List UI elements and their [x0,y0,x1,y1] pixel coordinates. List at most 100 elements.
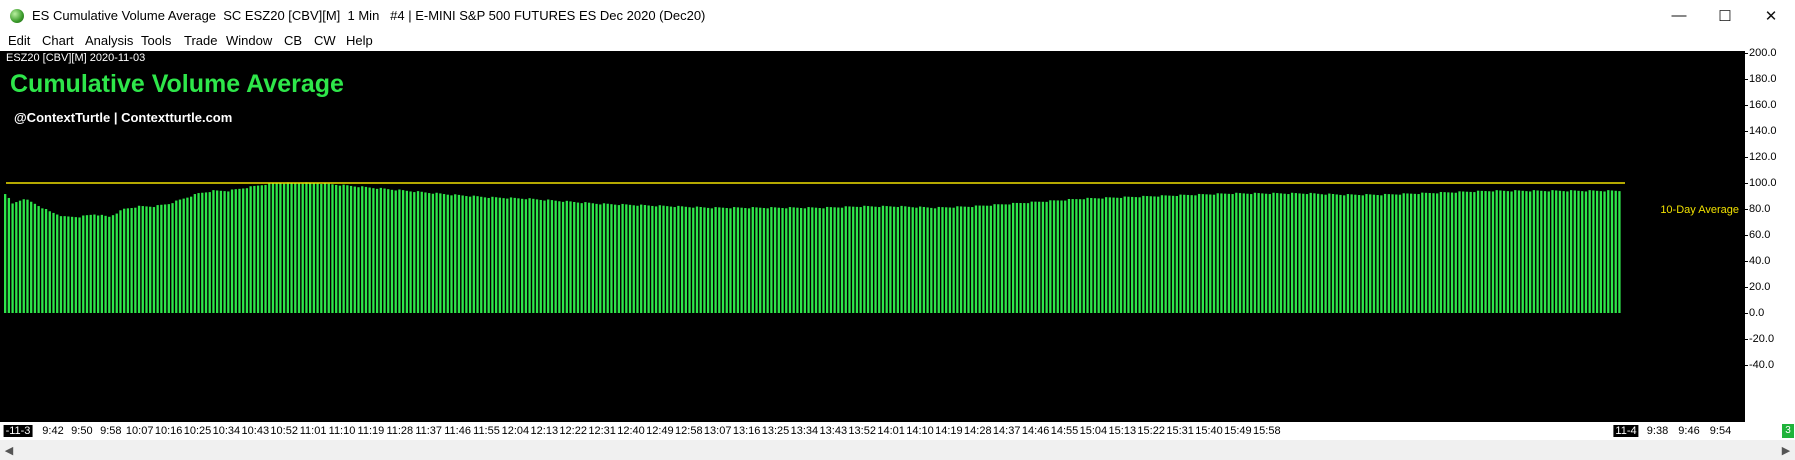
volume-bar [885,206,888,313]
app-globe-icon [10,9,24,23]
x-tick-label: 11:37 [415,425,443,437]
menu-tools[interactable]: Tools [141,33,171,48]
volume-bar [1108,197,1112,313]
scroll-right-icon[interactable]: ▶ [1777,440,1795,460]
volume-bar [26,199,29,313]
menu-cw[interactable]: CW [314,33,336,48]
volume-bar [818,208,821,313]
volume-bar [483,197,487,313]
menu-chart[interactable]: Chart [42,33,74,48]
x-tick-label: 14:46 [1021,425,1050,437]
volume-bar [52,212,55,313]
x-tick-label: -11-3 [3,425,33,437]
volume-bar [1588,190,1591,313]
menu-edit[interactable]: Edit [8,33,30,48]
y-axis[interactable]: 200.0 180.0 160.0 140.0 120.0 100.0 80.0 60.0 40… [1745,47,1795,422]
volume-bar [480,196,483,313]
volume-bar [249,186,252,313]
volume-bar [513,197,516,313]
volume-bar [1093,198,1097,313]
volume-bar [442,194,446,313]
x-tick-label: 15:49 [1224,425,1252,437]
volume-bar [848,206,851,313]
volume-bar [1253,192,1257,313]
x-tick-label: 10:43 [241,425,270,437]
volume-bar [1417,194,1420,313]
volume-bar [1369,194,1372,314]
x-tick-label: 14:55 [1050,425,1079,437]
volume-bar [316,183,319,313]
volume-bar [1168,195,1171,313]
x-tick-label: 11:55 [473,425,500,437]
volume-bar [93,214,96,313]
volume-bar [1450,192,1454,313]
volume-bar [141,206,144,313]
volume-bar [494,197,498,313]
volume-bar [1071,199,1074,313]
volume-bar [1387,194,1390,313]
volume-bar [1235,192,1238,313]
chart-svg [4,182,1625,314]
volume-bar [1026,203,1030,313]
volume-bar [1227,193,1231,313]
volume-bar [227,191,230,313]
volume-bar [305,182,308,313]
volume-bar [680,206,684,313]
minimize-button[interactable]: — [1656,0,1702,31]
volume-bar [878,207,881,313]
volume-bar [82,215,85,313]
horizontal-scrollbar[interactable]: ◀ ▶ [0,440,1795,460]
volume-bar [1019,203,1022,313]
volume-bar [1175,196,1178,313]
volume-bar [1581,191,1584,314]
volume-bar [1339,194,1342,313]
volume-bar [1398,194,1402,313]
close-button[interactable]: ✕ [1748,0,1794,31]
x-tick-label: 11-4 [1613,425,1639,437]
volume-bar [1350,194,1353,314]
volume-bar [662,205,665,313]
x-tick-label: 13:16 [732,425,761,437]
menu-analysis[interactable]: Analysis [85,33,133,48]
volume-bar [658,205,661,313]
volume-bar [282,183,286,313]
volume-bar [37,206,40,313]
maximize-button[interactable]: ☐ [1702,0,1748,31]
chart-area[interactable]: ESZ20 [CBV][M] 2020-11-03 Cumulative Vol… [0,51,1745,422]
volume-bar [699,206,702,313]
x-tick-label: 11:10 [328,425,356,437]
volume-bar [189,196,193,313]
volume-bar [1283,193,1286,313]
menu-window[interactable]: Window [226,33,272,48]
volume-bar [1012,202,1015,313]
volume-bar [733,207,736,313]
volume-bar [108,216,111,313]
volume-bar [796,207,799,313]
volume-bar [1484,191,1487,313]
volume-bar [111,215,115,313]
volume-bar [1328,193,1331,313]
volume-bar [163,204,167,313]
status-badge: 3 [1782,424,1794,438]
menu-help[interactable]: Help [346,33,373,48]
volume-bar [208,192,211,313]
volume-bar [714,207,717,313]
volume-bar [398,189,401,313]
x-axis[interactable]: -11-3 9:42 9:50 9:58 10:07 10:16 10:25 10:34 10:… [0,422,1795,440]
scroll-left-icon[interactable]: ◀ [0,440,18,460]
volume-bar [245,188,249,313]
volume-bar [1514,190,1517,313]
volume-bar [1569,190,1573,313]
x-tick-label: 13:25 [761,425,790,437]
volume-bar [1201,194,1204,313]
volume-bar [320,183,323,313]
volume-bar [509,197,513,313]
x-tick-label: 15:22 [1137,425,1165,437]
volume-bar [1343,195,1346,313]
menu-cb[interactable]: CB [284,33,302,48]
volume-bar [297,183,301,313]
menu-trade[interactable]: Trade [184,33,217,48]
volume-bar [1551,190,1554,313]
volume-bar [755,207,758,314]
volume-bar [1250,194,1253,313]
